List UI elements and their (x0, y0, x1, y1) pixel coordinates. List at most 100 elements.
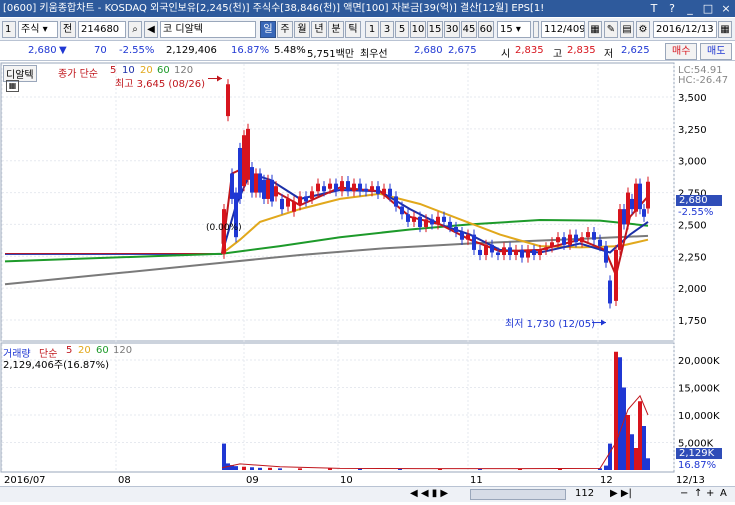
candle-body (454, 226, 458, 233)
change-percent: -2.55% (119, 45, 155, 56)
search-icon[interactable]: ⌕ (128, 21, 142, 38)
minute-45[interactable]: 45 (461, 21, 477, 38)
period-year[interactable]: 년 (311, 21, 327, 38)
screen-number: 1 (2, 21, 16, 38)
period-month[interactable]: 월 (294, 21, 310, 38)
volume-tick-label: 10,000K (678, 411, 720, 422)
close-icon[interactable]: × (717, 0, 735, 17)
volume-ma-line (221, 394, 649, 470)
candle-body (298, 196, 302, 206)
market-select-label: 주식 (21, 24, 40, 35)
period-tick[interactable]: 틱 (345, 21, 361, 38)
minute-3[interactable]: 3 (380, 21, 394, 38)
candle-body (262, 179, 266, 199)
maximize-icon[interactable]: □ (699, 0, 717, 17)
candle-body (592, 232, 596, 240)
candle-body (292, 201, 296, 212)
candle-body (556, 237, 560, 243)
candle-body (274, 186, 278, 197)
market-select[interactable]: 주식 ▾ (18, 21, 58, 38)
date-input[interactable]: 2016/12/13 (653, 21, 717, 38)
zoom-minus[interactable]: − (680, 488, 688, 499)
count-total: /409 (563, 24, 585, 35)
period-week[interactable]: 주 (277, 21, 293, 38)
scroll-controls[interactable]: ◀ ◀ ▮ ▶ (410, 488, 448, 499)
minute-30[interactable]: 30 (444, 21, 460, 38)
candle-body (550, 242, 554, 248)
candle-body (638, 183, 642, 210)
minute-5[interactable]: 5 (395, 21, 409, 38)
table-icon[interactable]: ▦ (6, 80, 19, 92)
print-icon[interactable]: ▤ (620, 21, 634, 38)
help-icon[interactable]: ? (663, 0, 681, 17)
spin-icon[interactable] (533, 21, 539, 38)
window-title: [0600] 키움종합차트 - KOSDAQ 외국인보유[2,245(천)] 주… (3, 3, 545, 14)
candle-body (604, 246, 608, 263)
draw-icon[interactable]: ✎ (604, 21, 618, 38)
settings-icon[interactable]: ⚙ (636, 21, 650, 38)
volume-bar (618, 357, 622, 470)
minute-60[interactable]: 60 (478, 21, 494, 38)
candle-body (424, 219, 428, 227)
minute-select-label: 15 (500, 24, 513, 35)
candle-body (574, 234, 578, 243)
grid-icon[interactable]: ▦ (588, 21, 602, 38)
date-tick-label: 2016/07 (4, 475, 46, 486)
minimize-icon[interactable]: _ (681, 0, 699, 17)
count-input[interactable]: 112/409 (541, 21, 585, 38)
minute-10[interactable]: 10 (410, 21, 426, 38)
text-icon[interactable]: T (645, 0, 663, 17)
high-arrow-head (217, 75, 222, 82)
chart-area[interactable]: 1,7502,0002,2502,5002,7503,0003,2503,500… (0, 62, 735, 502)
sell-button[interactable]: 매도 (700, 43, 733, 60)
candle-body (238, 147, 242, 199)
candle-body (250, 167, 254, 193)
period-day[interactable]: 일 (260, 21, 276, 38)
candle-body (630, 198, 634, 210)
buy-button[interactable]: 매수 (665, 43, 698, 60)
calendar-icon[interactable]: ▦ (718, 21, 732, 38)
scrollbar[interactable] (470, 489, 566, 500)
scroll-end-icons[interactable]: ▶ ▶| (610, 488, 632, 499)
candle-body (388, 188, 392, 197)
candle-body (370, 186, 374, 192)
prev-button[interactable]: 전 (60, 21, 76, 38)
minute-1[interactable]: 1 (365, 21, 379, 38)
candle-body (436, 216, 440, 225)
candle-body (568, 234, 572, 245)
scale-label[interactable]: A (720, 488, 727, 499)
volume-bar (634, 448, 638, 470)
candle-body (642, 209, 646, 217)
zoom-in-icon[interactable]: ↑ (694, 488, 702, 499)
zoom-plus[interactable]: + (706, 488, 714, 499)
candle-body (270, 179, 274, 202)
candle-body (614, 249, 618, 301)
bottom-bar: ◀ ◀ ▮ ▶ 112 ▶ ▶| − ↑ + A (0, 486, 735, 502)
high-price: 2,835 (567, 45, 596, 56)
candle-body (286, 198, 290, 207)
minute-15[interactable]: 15 (427, 21, 443, 38)
price-tick-label: 3,500 (678, 93, 707, 104)
date-tick-label: 12/13 (676, 475, 705, 486)
candle-body (484, 244, 488, 256)
stock-code-input[interactable]: 214680 (78, 21, 126, 38)
candle-body (622, 209, 626, 225)
volume-bar (626, 415, 630, 470)
candle-body (242, 135, 246, 187)
minute-select[interactable]: 15 ▾ (497, 21, 531, 38)
candle-body (316, 183, 320, 192)
low-label: 저 (604, 49, 614, 60)
best-ask: 2,680 (414, 45, 443, 56)
candle-body (382, 188, 386, 194)
current-volume-pct: 16.87% (678, 460, 717, 471)
volume: 2,129,406 (166, 45, 217, 56)
candle-body (346, 181, 350, 192)
volume-bar (642, 426, 646, 470)
candle-body (646, 181, 650, 209)
period-minute[interactable]: 분 (328, 21, 344, 38)
candle-body (508, 247, 512, 256)
candle-body (532, 249, 536, 256)
stock-name-field: 코 디알텍 (160, 21, 256, 38)
speaker-icon[interactable]: ◀ (144, 21, 158, 38)
vma20-label: 20 (78, 345, 91, 356)
